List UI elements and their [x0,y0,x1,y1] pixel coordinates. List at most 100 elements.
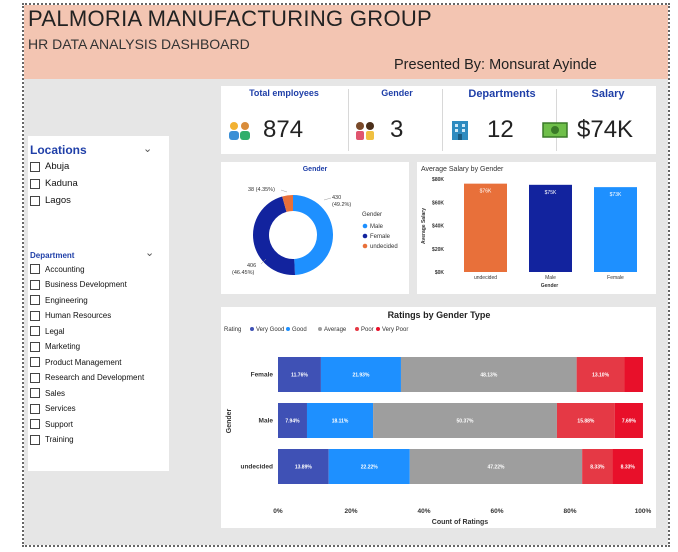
department-item[interactable]: Human Resources [30,310,112,321]
ratings-legend-title: Rating [224,327,241,333]
ratings-segment-label: 11.76% [291,373,308,379]
ratings-legend-item: Good [292,327,307,333]
department-chevron-down-icon[interactable]: ⌄ [145,246,154,259]
checkbox[interactable] [30,388,40,398]
x-tick-label: 0% [273,508,283,515]
donut-slice-male [293,195,333,275]
y-tick-label: $60K [432,200,444,206]
ratings-segment-label: 21.93% [352,373,370,379]
y-tick-label: $20K [432,247,444,253]
checkbox[interactable] [30,264,40,274]
salary-bar [594,187,637,272]
department-item[interactable]: Engineering [30,295,88,305]
department-item[interactable]: Business Development [30,279,127,290]
department-item-label: Support [45,419,74,429]
y-axis-label: Gender [226,408,233,433]
ratings-segment-label: 13.10% [592,373,610,379]
legend-marker [250,327,254,331]
legend-marker [362,223,368,229]
department-item[interactable]: Services [30,403,76,414]
checkbox[interactable] [30,403,40,414]
presenter-text: Presented By: Monsurat Ayinde [394,57,597,73]
checkbox[interactable] [30,341,40,352]
location-item[interactable]: Lagos [30,195,71,206]
ratings-legend-item: Poor [361,327,374,333]
ratings-segment-label: 15.88% [577,419,595,425]
y-tick-label: $80K [432,177,444,183]
department-item[interactable]: Accounting [30,264,85,274]
total-employees-value: 874 [263,116,304,143]
salary-bar-label: $76K [480,189,492,195]
department-item[interactable]: Product Management [30,357,122,367]
department-item[interactable]: Training [30,434,74,445]
ratings-segment-label: 22.22% [361,465,379,471]
department-item-label: Human Resources [45,311,112,320]
location-item-label: Abuja [45,161,70,172]
donut-legend-item: Male [370,224,384,230]
legend-marker [376,327,380,331]
ratings-segment-label: 13.89% [295,465,313,471]
page-subtitle: HR DATA ANALYSIS DASHBOARD [28,36,250,52]
x-tick-label: 40% [417,508,430,515]
department-item-label: Research and Development [45,373,145,382]
department-item[interactable]: Support [30,419,73,429]
department-item-label: Business Development [45,280,127,289]
kpi-divider [442,89,443,151]
donut-label-undecided: 38 (4.35%) [248,187,275,193]
location-item[interactable]: Abuja [30,161,69,172]
x-tick-label: 100% [635,508,652,515]
ratings-segment-label: 7.94% [285,419,300,425]
departments-label: Departments [468,88,536,100]
department-item[interactable]: Sales [30,388,65,398]
salary-bar-label: $73K [610,192,622,198]
checkbox[interactable] [30,419,40,429]
departments-value: 12 [487,116,514,143]
checkbox[interactable] [30,310,40,321]
location-item[interactable]: Kaduna [30,178,78,189]
ratings-segment-label: 50.37% [457,419,475,425]
department-item-label: Training [45,435,74,444]
leader-line [280,189,288,193]
checkbox[interactable] [30,372,40,383]
checkbox[interactable] [30,326,40,336]
department-item-label: Marketing [45,342,81,351]
y-tick-label: Male [259,418,274,425]
gender-kpi-label: Gender [381,88,413,98]
department-item-label: Legal [45,326,65,336]
ratings-segment-label: 8.33% [621,465,636,471]
gender-donut-card: Gender 430 (49.2%) 406 (46.45%) 38 (4.35%) Gen… [221,162,409,294]
ratings-chart-title: Ratings by Gender Type [388,310,491,320]
department-item[interactable]: Marketing [30,341,81,352]
checkbox[interactable] [30,178,40,189]
ratings-segment-label: 18.11% [332,419,349,425]
checkbox[interactable] [30,295,40,305]
salary-label: Salary [591,88,625,100]
donut-label-male-pct: (49.2%) [332,202,351,208]
legend-marker [362,243,368,249]
gender-icon [354,121,376,145]
checkbox[interactable] [30,161,40,172]
donut-legend-item: undecided [370,244,398,250]
department-item-label: Product Management [45,357,122,367]
checkbox[interactable] [30,357,40,367]
y-tick-label: $40K [432,224,444,230]
ratings-legend-item: Very Poor [382,327,408,333]
checkbox[interactable] [30,434,40,445]
salary-value: $74K [577,116,634,143]
x-axis-label: Gender [541,283,559,289]
location-item-label: Kaduna [45,178,78,189]
donut-label-male: 430 [332,195,341,201]
checkbox[interactable] [30,195,40,206]
locations-chevron-down-icon[interactable]: ⌄ [143,142,152,155]
checkbox[interactable] [30,279,40,290]
department-item[interactable]: Legal [30,326,65,336]
department-item-label: Accounting [45,264,85,274]
department-slicer-title: Department [30,251,75,260]
x-tick-label: 80% [563,508,576,515]
donut-legend-item: Female [370,234,391,240]
page-title: PALMORIA MANUFACTURING GROUP [28,6,433,31]
x-tick-label: 60% [490,508,503,515]
department-item[interactable]: Research and Development [30,372,145,383]
donut-label-female: 406 [247,263,256,269]
salary-chart-title: Average Salary by Gender [421,166,504,173]
